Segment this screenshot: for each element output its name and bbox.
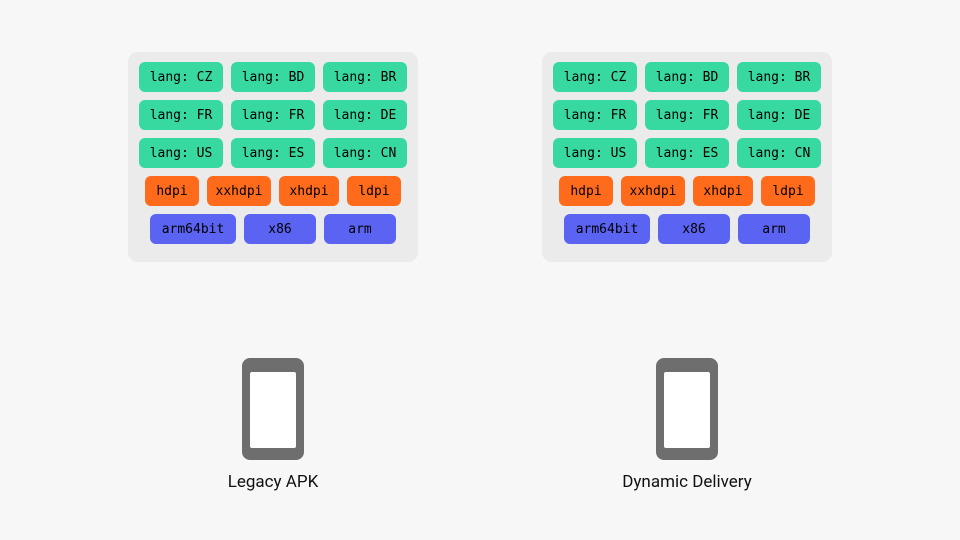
lang-row: lang: FR lang: FR lang: DE [552, 100, 822, 130]
dpi-row: hdpi xxhdpi xhdpi ldpi [552, 176, 822, 206]
lang-chip: lang: CN [737, 138, 821, 168]
diagram-stage: lang: CZ lang: BD lang: BR lang: FR lang… [0, 0, 960, 540]
lang-chip: lang: DE [737, 100, 821, 130]
arch-chip: arm [738, 214, 810, 244]
dpi-chip: ldpi [347, 176, 401, 206]
phone-icon [656, 358, 718, 460]
caption-legacy: Legacy APK [128, 472, 418, 492]
lang-chip: lang: ES [231, 138, 315, 168]
dpi-chip: xhdpi [693, 176, 753, 206]
resource-panel-legacy: lang: CZ lang: BD lang: BR lang: FR lang… [128, 52, 418, 262]
arch-row: arm64bit x86 arm [138, 214, 408, 244]
lang-chip: lang: BD [645, 62, 729, 92]
dpi-row: hdpi xxhdpi xhdpi ldpi [138, 176, 408, 206]
lang-chip: lang: DE [323, 100, 407, 130]
dpi-chip: hdpi [145, 176, 199, 206]
lang-chip: lang: CN [323, 138, 407, 168]
lang-row: lang: FR lang: FR lang: DE [138, 100, 408, 130]
lang-chip: lang: FR [231, 100, 315, 130]
arch-chip: arm64bit [564, 214, 650, 244]
lang-row: lang: US lang: ES lang: CN [552, 138, 822, 168]
lang-chip: lang: BD [231, 62, 315, 92]
dpi-chip: ldpi [761, 176, 815, 206]
arch-chip: arm [324, 214, 396, 244]
dpi-chip: xhdpi [279, 176, 339, 206]
lang-chip: lang: CZ [553, 62, 637, 92]
dpi-chip: xxhdpi [207, 176, 271, 206]
lang-row: lang: US lang: ES lang: CN [138, 138, 408, 168]
lang-chip: lang: FR [553, 100, 637, 130]
resource-panel-dynamic: lang: CZ lang: BD lang: BR lang: FR lang… [542, 52, 832, 262]
arch-chip: arm64bit [150, 214, 236, 244]
arch-row: arm64bit x86 arm [552, 214, 822, 244]
lang-chip: lang: US [139, 138, 223, 168]
dpi-chip: xxhdpi [621, 176, 685, 206]
arch-chip: x86 [658, 214, 730, 244]
dpi-chip: hdpi [559, 176, 613, 206]
caption-dynamic: Dynamic Delivery [542, 472, 832, 492]
arch-chip: x86 [244, 214, 316, 244]
lang-chip: lang: ES [645, 138, 729, 168]
phone-icon [242, 358, 304, 460]
lang-chip: lang: US [553, 138, 637, 168]
lang-chip: lang: CZ [139, 62, 223, 92]
lang-chip: lang: FR [139, 100, 223, 130]
lang-row: lang: CZ lang: BD lang: BR [138, 62, 408, 92]
lang-row: lang: CZ lang: BD lang: BR [552, 62, 822, 92]
lang-chip: lang: BR [737, 62, 821, 92]
lang-chip: lang: FR [645, 100, 729, 130]
lang-chip: lang: BR [323, 62, 407, 92]
